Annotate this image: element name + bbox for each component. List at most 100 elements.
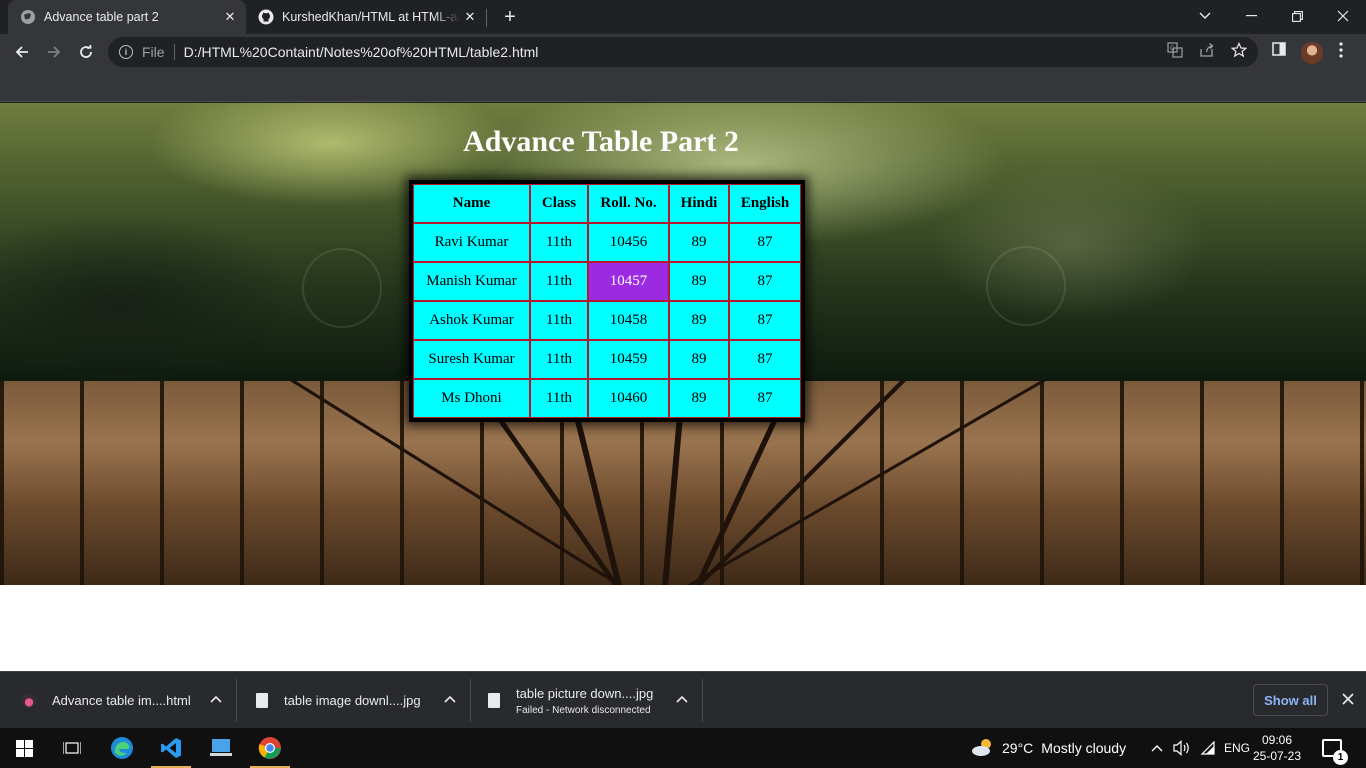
tab-github[interactable]: KurshedKhan/HTML at HTML-and ✕	[250, 0, 486, 34]
chevron-up-icon[interactable]	[1151, 728, 1163, 768]
back-icon[interactable]	[8, 38, 36, 66]
cell-roll-no: 10458	[588, 301, 669, 340]
download-filename: table picture down....jpg	[516, 685, 654, 701]
close-tab-icon[interactable]: ✕	[460, 7, 480, 27]
edge-icon[interactable]	[98, 728, 146, 768]
browser-toolbar: i File D:/HTML%20Containt/Notes%20of%20H…	[0, 34, 1366, 70]
student-table: Name Class Roll. No. Hindi English Ravi …	[409, 180, 805, 422]
table-row: Ashok Kumar 11th 10458 89 87	[413, 301, 801, 340]
cell-name: Ravi Kumar	[413, 223, 530, 262]
svg-text:G: G	[1170, 45, 1175, 52]
notification-badge: 1	[1333, 750, 1348, 765]
cell-name: Ms Dhoni	[413, 379, 530, 418]
weather-cloud-icon	[970, 737, 996, 760]
download-divider	[702, 679, 703, 722]
weather-temp: 29°C	[1002, 740, 1034, 756]
chevron-up-icon[interactable]	[210, 692, 222, 706]
download-filename: Advance table im....html	[52, 693, 191, 708]
table-header-row: Name Class Roll. No. Hindi English	[413, 184, 801, 223]
close-tab-icon[interactable]: ✕	[220, 7, 240, 27]
windows-taskbar: 29°C Mostly cloudy ENG 09:06 25-07-23 1	[0, 728, 1366, 768]
cell-english: 87	[729, 262, 801, 301]
globe-icon	[20, 9, 36, 25]
chevron-up-icon[interactable]	[676, 692, 688, 706]
task-view-icon[interactable]	[48, 728, 96, 768]
new-tab-button[interactable]: +	[498, 5, 522, 29]
header-english: English	[729, 184, 801, 223]
site-info-icon[interactable]: i	[119, 45, 133, 59]
download-item[interactable]: Advance table im....html	[0, 672, 236, 729]
header-hindi: Hindi	[669, 184, 729, 223]
translate-icon[interactable]: G	[1167, 42, 1183, 61]
bookmark-star-icon[interactable]	[1230, 42, 1248, 61]
download-item[interactable]: table image downl....jpg	[237, 672, 470, 729]
cell-hindi: 89	[669, 301, 729, 340]
table-row: Ms Dhoni 11th 10460 89 87	[413, 379, 801, 418]
cell-name: Manish Kumar	[413, 262, 530, 301]
close-icon[interactable]	[1338, 689, 1358, 709]
cell-roll-no-highlighted: 10457	[588, 262, 669, 301]
cell-class: 11th	[530, 262, 588, 301]
cell-english: 87	[729, 223, 801, 262]
download-shelf: Advance table im....html table image dow…	[0, 671, 1366, 728]
cell-hindi: 89	[669, 262, 729, 301]
forward-icon[interactable]	[40, 38, 68, 66]
watermark-logo	[986, 246, 1066, 326]
download-info: table picture down....jpg Failed - Netwo…	[516, 686, 653, 716]
cell-english: 87	[729, 379, 801, 418]
tab-title: KurshedKhan/HTML at HTML-and	[282, 10, 460, 24]
cell-roll-no: 10460	[588, 379, 669, 418]
windows-start-icon[interactable]	[0, 728, 48, 768]
restore-icon[interactable]	[1274, 0, 1320, 32]
share-icon[interactable]	[1199, 42, 1215, 61]
cell-class: 11th	[530, 379, 588, 418]
reload-icon[interactable]	[72, 38, 100, 66]
page-viewport: Advance Table Part 2 Name Class Roll. No…	[0, 103, 1366, 671]
omnibox-divider	[173, 44, 175, 60]
side-panel-icon[interactable]	[1272, 42, 1286, 60]
chrome-icon[interactable]	[246, 728, 294, 768]
html-file-icon	[22, 693, 36, 708]
address-bar[interactable]: i File D:/HTML%20Containt/Notes%20of%20H…	[108, 37, 1258, 67]
tab-strip: Advance table part 2 ✕ KurshedKhan/HTML …	[0, 0, 1366, 34]
header-name: Name	[413, 184, 530, 223]
file-icon	[488, 693, 500, 708]
url-text[interactable]: D:/HTML%20Containt/Notes%20of%20HTML/tab…	[184, 44, 539, 60]
minimize-icon[interactable]	[1228, 0, 1274, 32]
menu-kebab-icon[interactable]	[1339, 42, 1343, 62]
download-status: Failed - Network disconnected	[516, 704, 651, 716]
cell-name: Ashok Kumar	[413, 301, 530, 340]
clock[interactable]: 09:06 25-07-23	[1252, 732, 1302, 764]
page-title: Advance Table Part 2	[463, 125, 739, 158]
cell-hindi: 89	[669, 340, 729, 379]
github-icon	[258, 9, 274, 25]
scheme-label: File	[142, 44, 165, 60]
table-row: Manish Kumar 11th 10457 89 87	[413, 262, 801, 301]
cell-roll-no: 10456	[588, 223, 669, 262]
table-row: Ravi Kumar 11th 10456 89 87	[413, 223, 801, 262]
header-roll-no: Roll. No.	[588, 184, 669, 223]
cell-class: 11th	[530, 223, 588, 262]
cell-class: 11th	[530, 301, 588, 340]
show-all-button[interactable]: Show all	[1253, 684, 1328, 716]
this-pc-icon[interactable]	[197, 728, 245, 768]
volume-icon[interactable]	[1173, 728, 1191, 768]
tab-title: Advance table part 2	[44, 10, 159, 24]
header-class: Class	[530, 184, 588, 223]
network-icon[interactable]	[1200, 728, 1216, 768]
cell-hindi: 89	[669, 223, 729, 262]
close-window-icon[interactable]	[1320, 0, 1366, 32]
bookmarks-bar	[0, 70, 1366, 102]
tab-search-icon[interactable]	[1182, 0, 1228, 32]
weather-widget[interactable]: 29°C Mostly cloudy	[970, 728, 1126, 768]
cell-name: Suresh Kumar	[413, 340, 530, 379]
cell-roll-no: 10459	[588, 340, 669, 379]
chevron-up-icon[interactable]	[444, 692, 456, 706]
vscode-icon[interactable]	[147, 728, 195, 768]
download-item-failed[interactable]: table picture down....jpg Failed - Netwo…	[471, 672, 702, 729]
cell-class: 11th	[530, 340, 588, 379]
tab-advance-table[interactable]: Advance table part 2 ✕	[8, 0, 246, 34]
weather-condition: Mostly cloudy	[1041, 740, 1127, 756]
profile-avatar[interactable]	[1301, 42, 1323, 64]
language-indicator[interactable]: ENG	[1224, 728, 1250, 768]
